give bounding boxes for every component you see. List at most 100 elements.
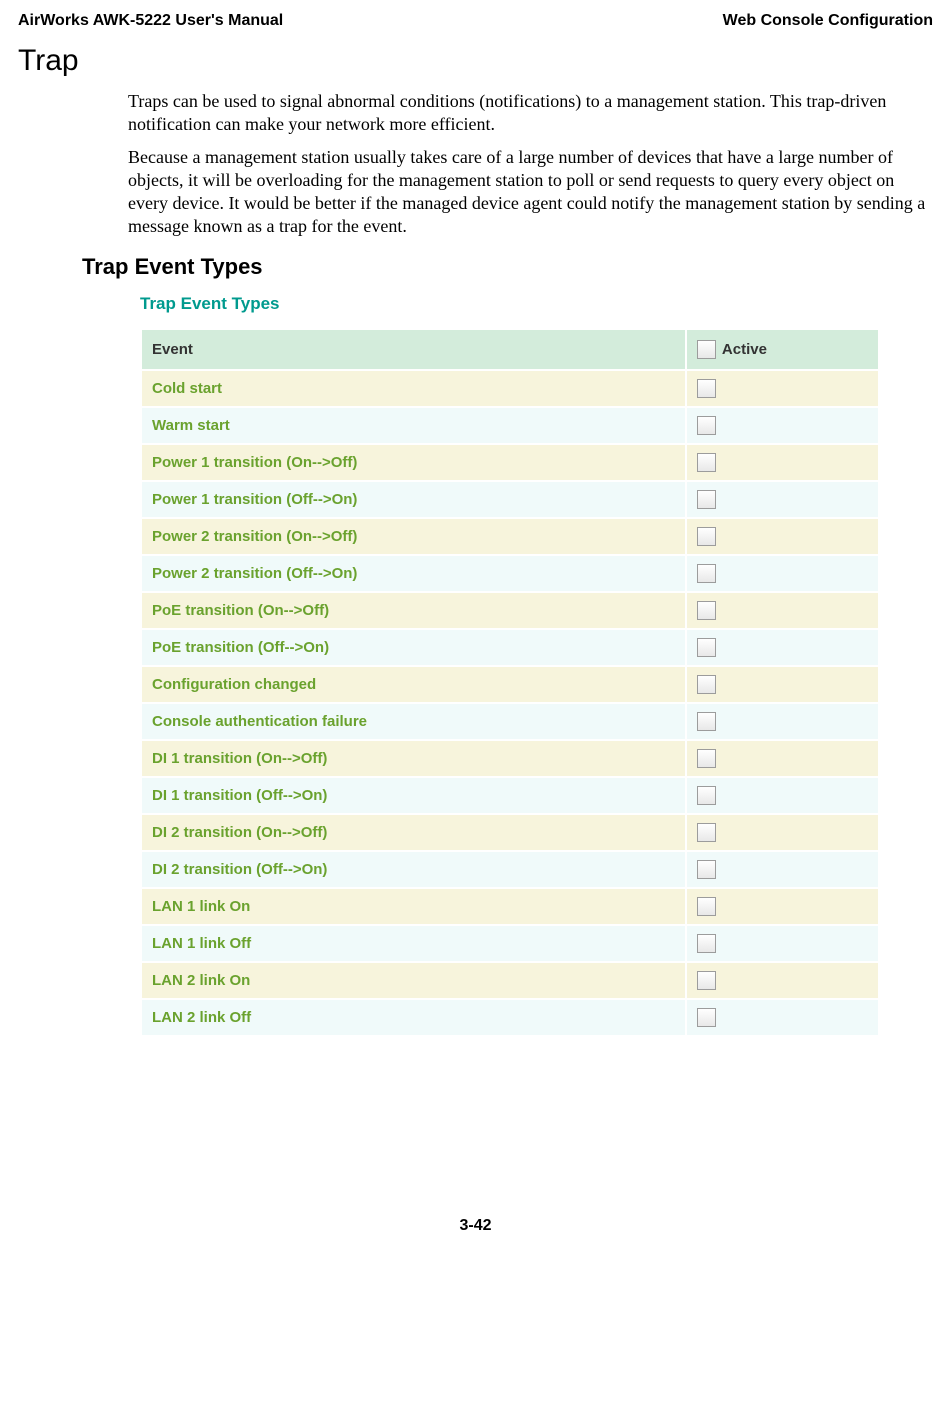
- table-row: Warm start: [141, 407, 879, 444]
- header-right: Web Console Configuration: [723, 12, 933, 30]
- event-cell: PoE transition (On-->Off): [141, 592, 686, 629]
- event-label: Power 1 transition (On-->Off): [152, 454, 357, 471]
- active-cell: [686, 851, 879, 888]
- page-footer: 3-42: [18, 1217, 933, 1235]
- table-row: LAN 1 link On: [141, 888, 879, 925]
- event-cell: LAN 2 link On: [141, 962, 686, 999]
- active-checkbox[interactable]: [697, 712, 716, 731]
- th-active-label: Active: [722, 341, 767, 358]
- active-checkbox[interactable]: [697, 675, 716, 694]
- active-checkbox[interactable]: [697, 897, 716, 916]
- event-label: LAN 1 link Off: [152, 935, 251, 952]
- active-checkbox[interactable]: [697, 416, 716, 435]
- event-cell: Cold start: [141, 370, 686, 407]
- section-h1: Trap: [18, 44, 933, 78]
- table-row: Power 1 transition (Off-->On): [141, 481, 879, 518]
- event-label: PoE transition (Off-->On): [152, 639, 329, 656]
- table-row: Cold start: [141, 370, 879, 407]
- event-cell: DI 1 transition (Off-->On): [141, 777, 686, 814]
- trap-table-title: Trap Event Types: [140, 294, 933, 314]
- event-label: Power 2 transition (Off-->On): [152, 565, 357, 582]
- event-label: Configuration changed: [152, 676, 316, 693]
- active-cell: [686, 555, 879, 592]
- section-h2: Trap Event Types: [82, 254, 933, 280]
- table-row: LAN 2 link Off: [141, 999, 879, 1036]
- event-label: Power 1 transition (Off-->On): [152, 491, 357, 508]
- active-checkbox[interactable]: [697, 453, 716, 472]
- active-checkbox[interactable]: [697, 490, 716, 509]
- table-row: DI 1 transition (Off-->On): [141, 777, 879, 814]
- active-cell: [686, 592, 879, 629]
- trap-event-table: Event Active Cold start Warm start Power 1…: [140, 328, 880, 1037]
- event-label: Console authentication failure: [152, 713, 367, 730]
- active-checkbox[interactable]: [697, 638, 716, 657]
- active-cell: [686, 888, 879, 925]
- active-checkbox[interactable]: [697, 971, 716, 990]
- event-label: DI 1 transition (Off-->On): [152, 787, 327, 804]
- active-checkbox[interactable]: [697, 786, 716, 805]
- active-cell: [686, 407, 879, 444]
- event-cell: Power 1 transition (On-->Off): [141, 444, 686, 481]
- event-label: Power 2 transition (On-->Off): [152, 528, 357, 545]
- table-row: LAN 2 link On: [141, 962, 879, 999]
- active-cell: [686, 925, 879, 962]
- paragraph-1: Traps can be used to signal abnormal con…: [128, 90, 933, 136]
- table-row: DI 1 transition (On-->Off): [141, 740, 879, 777]
- event-cell: LAN 1 link On: [141, 888, 686, 925]
- active-all-checkbox[interactable]: [697, 340, 716, 359]
- table-row: PoE transition (On-->Off): [141, 592, 879, 629]
- active-cell: [686, 703, 879, 740]
- active-checkbox[interactable]: [697, 527, 716, 546]
- event-cell: Configuration changed: [141, 666, 686, 703]
- active-checkbox[interactable]: [697, 564, 716, 583]
- table-row: PoE transition (Off-->On): [141, 629, 879, 666]
- th-event: Event: [141, 329, 686, 370]
- event-cell: DI 1 transition (On-->Off): [141, 740, 686, 777]
- active-cell: [686, 740, 879, 777]
- event-cell: PoE transition (Off-->On): [141, 629, 686, 666]
- event-label: DI 1 transition (On-->Off): [152, 750, 327, 767]
- event-label: PoE transition (On-->Off): [152, 602, 329, 619]
- event-cell: Console authentication failure: [141, 703, 686, 740]
- active-cell: [686, 814, 879, 851]
- header-left: AirWorks AWK-5222 User's Manual: [18, 12, 283, 30]
- active-checkbox[interactable]: [697, 860, 716, 879]
- event-label: DI 2 transition (Off-->On): [152, 861, 327, 878]
- active-checkbox[interactable]: [697, 749, 716, 768]
- event-cell: Power 2 transition (Off-->On): [141, 555, 686, 592]
- active-cell: [686, 777, 879, 814]
- active-cell: [686, 370, 879, 407]
- table-row: Power 1 transition (On-->Off): [141, 444, 879, 481]
- table-row: Configuration changed: [141, 666, 879, 703]
- table-row: Power 2 transition (On-->Off): [141, 518, 879, 555]
- event-cell: Warm start: [141, 407, 686, 444]
- active-checkbox[interactable]: [697, 1008, 716, 1027]
- event-label: Warm start: [152, 417, 230, 434]
- active-cell: [686, 444, 879, 481]
- active-checkbox[interactable]: [697, 601, 716, 620]
- active-checkbox[interactable]: [697, 823, 716, 842]
- event-label: DI 2 transition (On-->Off): [152, 824, 327, 841]
- active-cell: [686, 481, 879, 518]
- event-cell: Power 1 transition (Off-->On): [141, 481, 686, 518]
- active-checkbox[interactable]: [697, 379, 716, 398]
- active-cell: [686, 629, 879, 666]
- event-label: LAN 2 link Off: [152, 1009, 251, 1026]
- active-cell: [686, 999, 879, 1036]
- event-cell: Power 2 transition (On-->Off): [141, 518, 686, 555]
- event-label: Cold start: [152, 380, 222, 397]
- active-cell: [686, 962, 879, 999]
- event-label: LAN 1 link On: [152, 898, 250, 915]
- event-cell: DI 2 transition (On-->Off): [141, 814, 686, 851]
- active-cell: [686, 518, 879, 555]
- table-row: Power 2 transition (Off-->On): [141, 555, 879, 592]
- event-cell: DI 2 transition (Off-->On): [141, 851, 686, 888]
- paragraph-2: Because a management station usually tak…: [128, 146, 933, 238]
- active-checkbox[interactable]: [697, 934, 716, 953]
- table-row: DI 2 transition (On-->Off): [141, 814, 879, 851]
- table-row: DI 2 transition (Off-->On): [141, 851, 879, 888]
- event-cell: LAN 2 link Off: [141, 999, 686, 1036]
- event-cell: LAN 1 link Off: [141, 925, 686, 962]
- th-active: Active: [686, 329, 879, 370]
- table-row: Console authentication failure: [141, 703, 879, 740]
